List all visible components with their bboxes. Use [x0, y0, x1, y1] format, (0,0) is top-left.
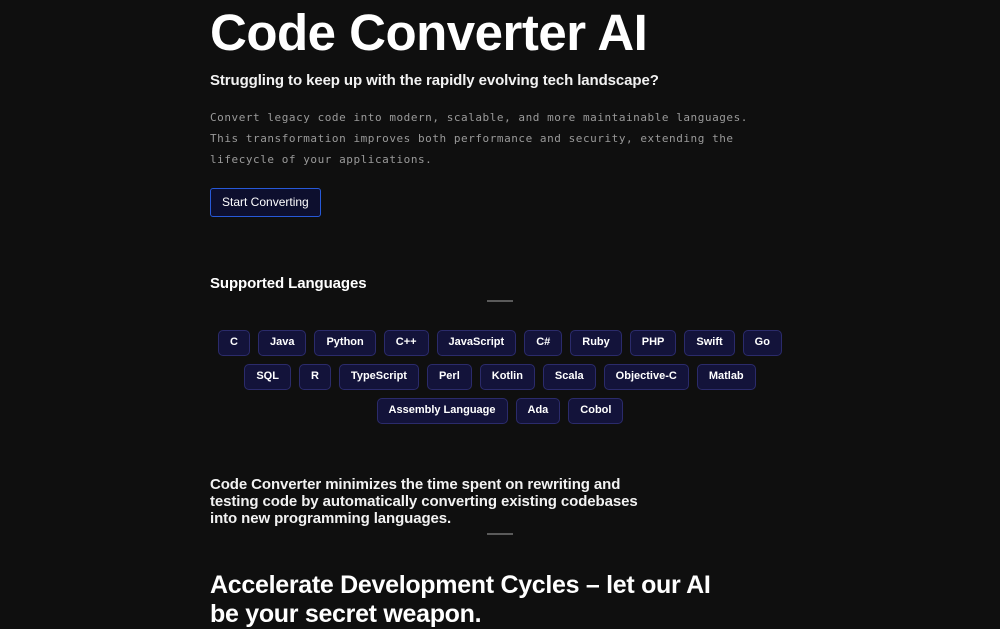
start-converting-button[interactable]: Start Converting [210, 188, 321, 217]
page-title: Code Converter AI [210, 4, 648, 61]
language-chip[interactable]: PHP [629, 330, 677, 356]
language-chip[interactable]: Objective-C [603, 364, 689, 390]
feature-section: Code Converter minimizes the time spent … [210, 424, 790, 629]
landing-page: Code Converter AI Struggling to keep up … [0, 0, 1000, 628]
language-chip[interactable]: SQL [244, 364, 291, 390]
language-chip[interactable]: C# [524, 330, 563, 356]
language-chip[interactable]: Perl [426, 364, 472, 390]
language-chip[interactable]: Java [257, 330, 307, 356]
language-chip[interactable]: C++ [383, 330, 429, 356]
hero-description: Convert legacy code into modern, scalabl… [210, 111, 748, 166]
language-chip[interactable]: R [298, 364, 331, 390]
language-chip[interactable]: Python [314, 330, 376, 356]
feature-blurb: Code Converter minimizes the time spent … [210, 476, 638, 527]
hero-section: Code Converter AI Struggling to keep up … [210, 0, 790, 217]
supported-languages-heading: Supported Languages [210, 275, 367, 292]
language-chip[interactable]: Matlab [696, 364, 756, 390]
feature-headline: Accelerate Development Cycles – let our … [210, 571, 711, 628]
blurb-accent-rule [487, 533, 513, 535]
language-chip[interactable]: Scala [542, 364, 596, 390]
heading-accent-rule [487, 300, 513, 302]
language-chip[interactable]: Ruby [570, 330, 622, 356]
language-chip[interactable]: TypeScript [338, 364, 419, 390]
language-chip[interactable]: C [218, 330, 250, 356]
language-chip-list: C Java Python C++ JavaScript C# Ruby PHP Swift Go… [210, 310, 790, 424]
language-chip[interactable]: JavaScript [436, 330, 517, 356]
language-chip[interactable]: Go [742, 330, 782, 356]
language-chip[interactable]: Assembly Language [376, 398, 508, 424]
content-container: Code Converter AI Struggling to keep up … [210, 0, 790, 629]
hero-subtitle: Struggling to keep up with the rapidly e… [210, 72, 659, 89]
cta-wrapper: Start Converting [210, 170, 790, 217]
language-chip[interactable]: Ada [515, 398, 561, 424]
supported-languages-section: Supported Languages C Java Python C++ JavaSc… [210, 217, 790, 424]
language-chip[interactable]: Swift [684, 330, 735, 356]
language-chip[interactable]: Cobol [568, 398, 624, 424]
language-chip[interactable]: Kotlin [479, 364, 535, 390]
